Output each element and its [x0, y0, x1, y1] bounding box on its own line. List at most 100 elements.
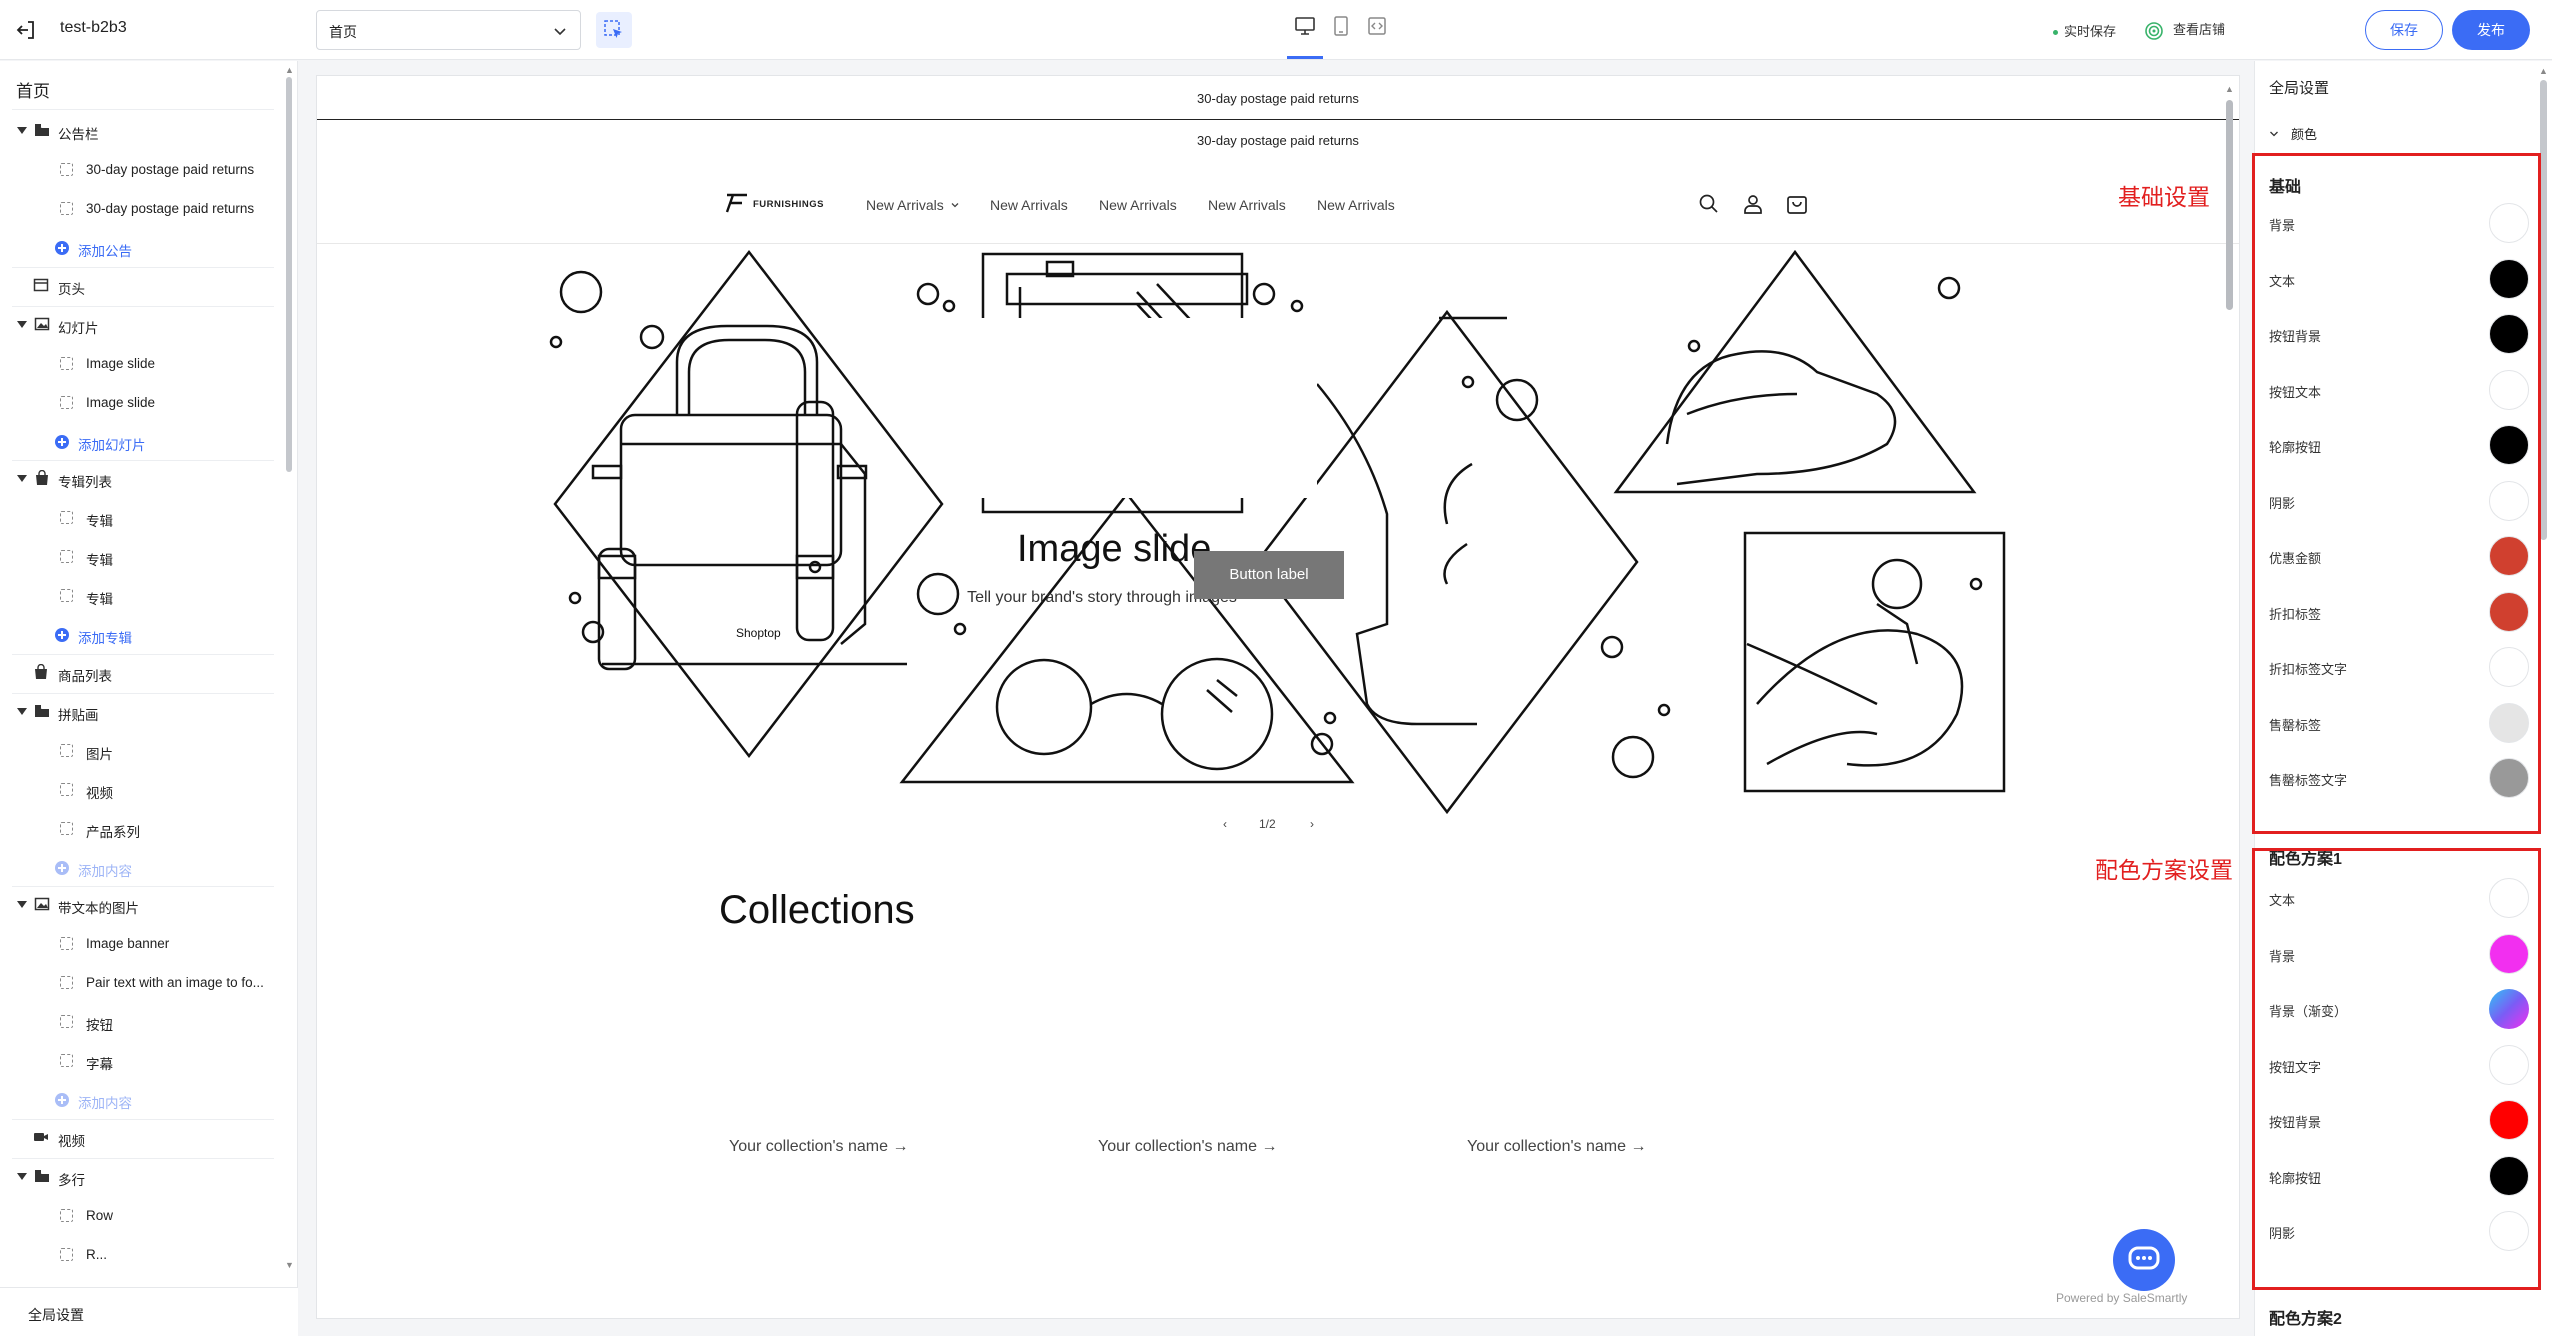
plus-circle-icon	[55, 860, 69, 875]
block-icon	[60, 782, 73, 796]
tree-label: 按钮	[86, 1018, 113, 1033]
tree-label: R...	[86, 1246, 108, 1262]
tree-label: 拼贴画	[58, 707, 99, 723]
hero-cta-button[interactable]: Button label	[1194, 551, 1344, 599]
tree-block[interactable]: R...	[0, 1237, 280, 1273]
chat-widget-button[interactable]	[2113, 1229, 2175, 1291]
tree-group[interactable]: 公告栏	[0, 113, 280, 149]
collection-link[interactable]: Your collection's name →	[1467, 1138, 1646, 1156]
bag-icon	[33, 663, 49, 680]
plus-circle-icon	[55, 628, 69, 642]
block-icon	[60, 743, 73, 757]
page-select[interactable]: 首页	[316, 10, 581, 50]
scroll-down-arrow[interactable]: ▼	[285, 1260, 294, 1270]
code-view-button[interactable]	[1360, 10, 1394, 44]
nav-item[interactable]: New Arrivals	[1099, 197, 1177, 213]
tree-block[interactable]: 30-day postage paid returns	[0, 152, 280, 188]
tree-block[interactable]: 专辑	[0, 578, 280, 614]
tree-section[interactable]: 页头	[0, 268, 280, 304]
tree-block[interactable]: Pair text with an image to fo...	[0, 965, 280, 1001]
block-icon	[60, 1054, 73, 1067]
announcement-bar[interactable]: 30-day postage paid returns	[317, 120, 2239, 160]
hero-slideshow[interactable]: Shoptop Image slide Tell your brand's st…	[317, 244, 2239, 824]
tree-block[interactable]: Image slide	[0, 385, 280, 421]
chevron-down-icon	[554, 28, 566, 36]
tree-block[interactable]: 30-day postage paid returns	[0, 191, 280, 227]
tree-group[interactable]: 专辑列表	[0, 461, 280, 497]
announcement-text: 30-day postage paid returns	[1197, 91, 1359, 106]
preview-canvas[interactable]: 30-day postage paid returns 30-day posta…	[316, 75, 2240, 1319]
caret-down-icon[interactable]	[17, 475, 27, 482]
hero-title: Image slide	[1017, 528, 1212, 570]
cart-icon[interactable]	[1785, 192, 1809, 216]
search-icon[interactable]	[1697, 192, 1721, 216]
caret-down-icon[interactable]	[17, 320, 27, 328]
account-icon[interactable]	[1741, 192, 1765, 216]
chat-icon	[2128, 1246, 2160, 1270]
section-tree-panel: 首页 公告栏 30-day postage paid returns 30-day …	[0, 61, 298, 1336]
add-block-button[interactable]: 添加专辑	[0, 617, 280, 653]
tree-group[interactable]: 幻灯片	[0, 307, 280, 343]
collections-title: Collections	[719, 888, 915, 932]
save-button[interactable]: 保存	[2365, 10, 2443, 50]
tree-block[interactable]: 按钮	[0, 1004, 280, 1040]
view-store-link[interactable]: 查看店铺	[2145, 19, 2225, 40]
collection-link[interactable]: Your collection's name →	[1098, 1138, 1277, 1156]
announcement-bar[interactable]: 30-day postage paid returns	[317, 76, 2239, 120]
element-picker-button[interactable]	[596, 12, 632, 48]
folder-icon	[34, 1168, 50, 1184]
add-block-button[interactable]: 添加内容	[0, 1082, 280, 1118]
left-scrollbar[interactable]	[286, 77, 292, 472]
block-icon	[60, 550, 73, 563]
nav-item[interactable]: New Arrivals	[1317, 197, 1395, 213]
tree-block[interactable]: Image slide	[0, 346, 280, 382]
cursor-select-icon	[604, 20, 622, 38]
tree-label: Image slide	[86, 355, 156, 371]
tree-block[interactable]: Row	[0, 1198, 280, 1234]
tree-block[interactable]: Image banner	[0, 926, 280, 962]
exit-icon[interactable]	[14, 18, 38, 42]
tree-block[interactable]: 产品系列	[0, 811, 280, 847]
slide-next-arrow[interactable]: ›	[1310, 817, 1314, 831]
right-scrollbar[interactable]	[2540, 80, 2547, 540]
scroll-up-arrow[interactable]: ▲	[285, 65, 294, 75]
nav-item[interactable]: New Arrivals	[866, 197, 960, 213]
tree-block[interactable]: 字幕	[0, 1043, 280, 1079]
tree-group[interactable]: 带文本的图片	[0, 887, 280, 923]
add-block-button[interactable]: 添加幻灯片	[0, 424, 280, 460]
block-icon	[60, 202, 73, 215]
status-dot	[2053, 30, 2058, 36]
colors-section-toggle[interactable]: 颜色	[2269, 124, 2317, 143]
tree-block[interactable]: 专辑	[0, 539, 280, 575]
tree-section[interactable]: 商品列表	[0, 655, 280, 691]
tree-group[interactable]: 拼贴画	[0, 694, 280, 730]
scroll-up-arrow[interactable]: ▲	[2539, 66, 2548, 76]
tree-block[interactable]: 视频	[0, 772, 280, 808]
block-icon	[60, 511, 73, 524]
store-icon	[2145, 21, 2163, 40]
caret-down-icon[interactable]	[17, 1172, 27, 1180]
tree-block[interactable]: 专辑	[0, 500, 280, 536]
tree-block[interactable]: 图片	[0, 733, 280, 769]
add-block-button[interactable]: 添加内容	[0, 850, 280, 886]
tree-section[interactable]: 视频	[0, 1120, 280, 1156]
tree-label: 专辑列表	[58, 475, 112, 490]
code-icon	[1368, 17, 1386, 35]
mobile-icon	[1334, 16, 1348, 36]
store-header[interactable]: FURNISHINGS New Arrivals New Arrivals Ne…	[317, 160, 2239, 244]
nav-item[interactable]: New Arrivals	[990, 197, 1068, 213]
mobile-view-button[interactable]	[1324, 10, 1358, 44]
add-block-button[interactable]: 添加公告	[0, 230, 280, 266]
caret-down-icon[interactable]	[17, 901, 27, 908]
canvas-scrollbar[interactable]	[2226, 100, 2233, 310]
collection-link[interactable]: Your collection's name →	[729, 1138, 908, 1156]
tree-group[interactable]: 多行	[0, 1159, 280, 1195]
slide-prev-arrow[interactable]: ‹	[1223, 817, 1227, 831]
global-settings-tab[interactable]: 全局设置	[0, 1287, 298, 1336]
nav-item[interactable]: New Arrivals	[1208, 197, 1286, 213]
caret-down-icon[interactable]	[17, 127, 27, 134]
scroll-up-arrow[interactable]: ▲	[2225, 84, 2234, 94]
publish-button[interactable]: 发布	[2452, 10, 2530, 50]
caret-down-icon[interactable]	[17, 707, 27, 715]
desktop-view-button[interactable]	[1288, 10, 1322, 44]
